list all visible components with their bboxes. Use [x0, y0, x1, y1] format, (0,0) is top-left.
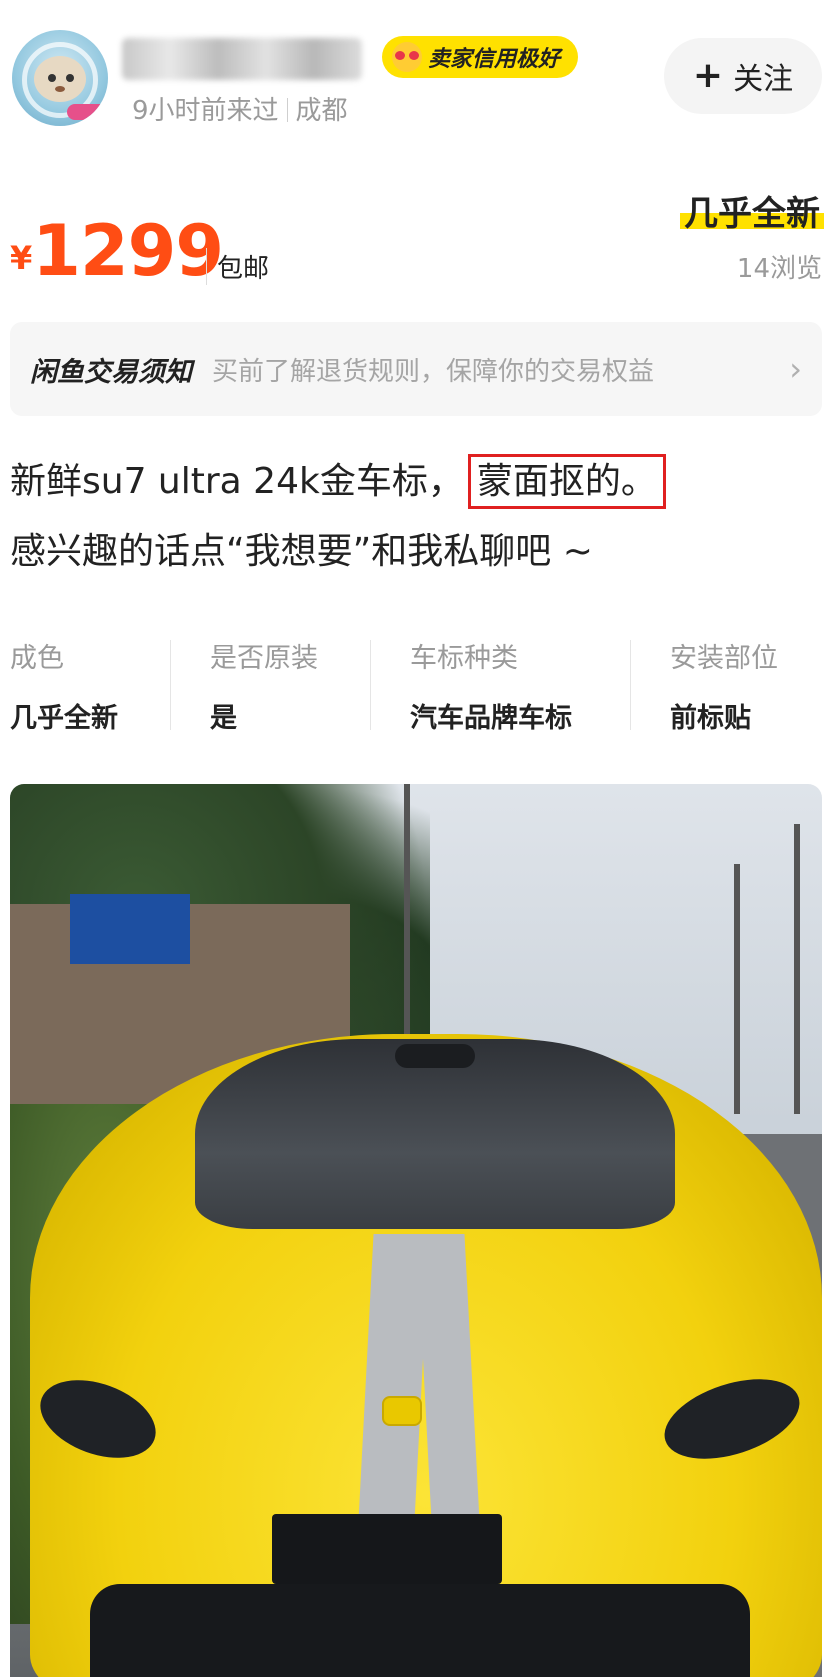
avatar-eye-right — [66, 74, 74, 82]
price-value: 1299 — [32, 210, 224, 292]
attribute-value: 几乎全新 — [10, 703, 118, 734]
description-highlight: 蒙面抠的。 — [467, 454, 666, 509]
seller-name-blurred[interactable] — [122, 38, 362, 80]
price: ¥1299 — [10, 210, 224, 292]
trade-notice-bar[interactable]: 闲鱼交易须知 买前了解退货规则，保障你的交易权益 › — [10, 322, 822, 416]
attribute-value: 前标贴 — [670, 703, 751, 734]
photo-pole — [734, 864, 740, 1114]
attribute-value: 汽车品牌车标 — [410, 703, 572, 734]
attribute-divider — [370, 640, 371, 730]
shipping-label: 包邮 — [206, 248, 269, 285]
attribute-table: 成色 几乎全新 是否原装 是 车标种类 汽车品牌车标 安装部位 前标贴 — [10, 630, 822, 740]
description-line-2: 感兴趣的话点“我想要”和我私聊吧 ~ — [10, 531, 593, 572]
photo-pole — [794, 824, 800, 1114]
currency-symbol: ¥ — [10, 239, 33, 277]
attribute-divider — [630, 640, 631, 730]
chevron-right-icon: › — [789, 350, 802, 388]
view-count: 14浏览 — [736, 254, 822, 284]
seller-meta: 9小时前来过 成都 — [132, 90, 348, 127]
avatar-eye-left — [48, 74, 56, 82]
follow-button[interactable]: + 关注 — [664, 38, 822, 114]
condition-label: 几乎全新 — [680, 186, 824, 235]
product-photo[interactable] — [10, 784, 822, 1677]
follow-label: 关注 — [733, 62, 794, 97]
description-line-1: 新鲜su7 ultra 24k金车标， 蒙面抠的。 — [10, 452, 666, 509]
notice-text: 买前了解退货规则，保障你的交易权益 — [212, 356, 655, 387]
avatar-nose — [55, 86, 65, 92]
car-grille — [90, 1584, 750, 1677]
photo-shop-sign — [70, 894, 190, 964]
notice-title: 闲鱼交易须知 — [30, 356, 192, 388]
plus-icon: + — [692, 55, 724, 96]
description-prefix: 新鲜su7 ultra 24k金车标， — [10, 461, 464, 502]
seller-avatar[interactable] — [12, 30, 108, 126]
credit-badge[interactable]: 卖家信用极好 — [382, 36, 579, 78]
location-text: 成都 — [295, 96, 348, 126]
car-roof-sensor — [395, 1044, 475, 1068]
credit-badge-label: 卖家信用极好 — [428, 47, 561, 72]
attribute-key: 车标种类 — [410, 643, 518, 674]
avatar-face — [34, 56, 86, 102]
car-logo-badge — [382, 1396, 422, 1426]
meta-divider — [286, 98, 288, 122]
attribute-key: 安装部位 — [670, 643, 778, 674]
attribute-divider — [170, 640, 171, 730]
heart-eyes-icon — [392, 42, 422, 72]
avatar-ring — [67, 104, 107, 120]
attribute-key: 成色 — [10, 643, 64, 674]
attribute-key: 是否原装 — [210, 643, 318, 674]
car-license-plate — [272, 1514, 502, 1584]
attribute-value: 是 — [210, 703, 237, 734]
last-visit-text: 9小时前来过 — [132, 96, 279, 126]
